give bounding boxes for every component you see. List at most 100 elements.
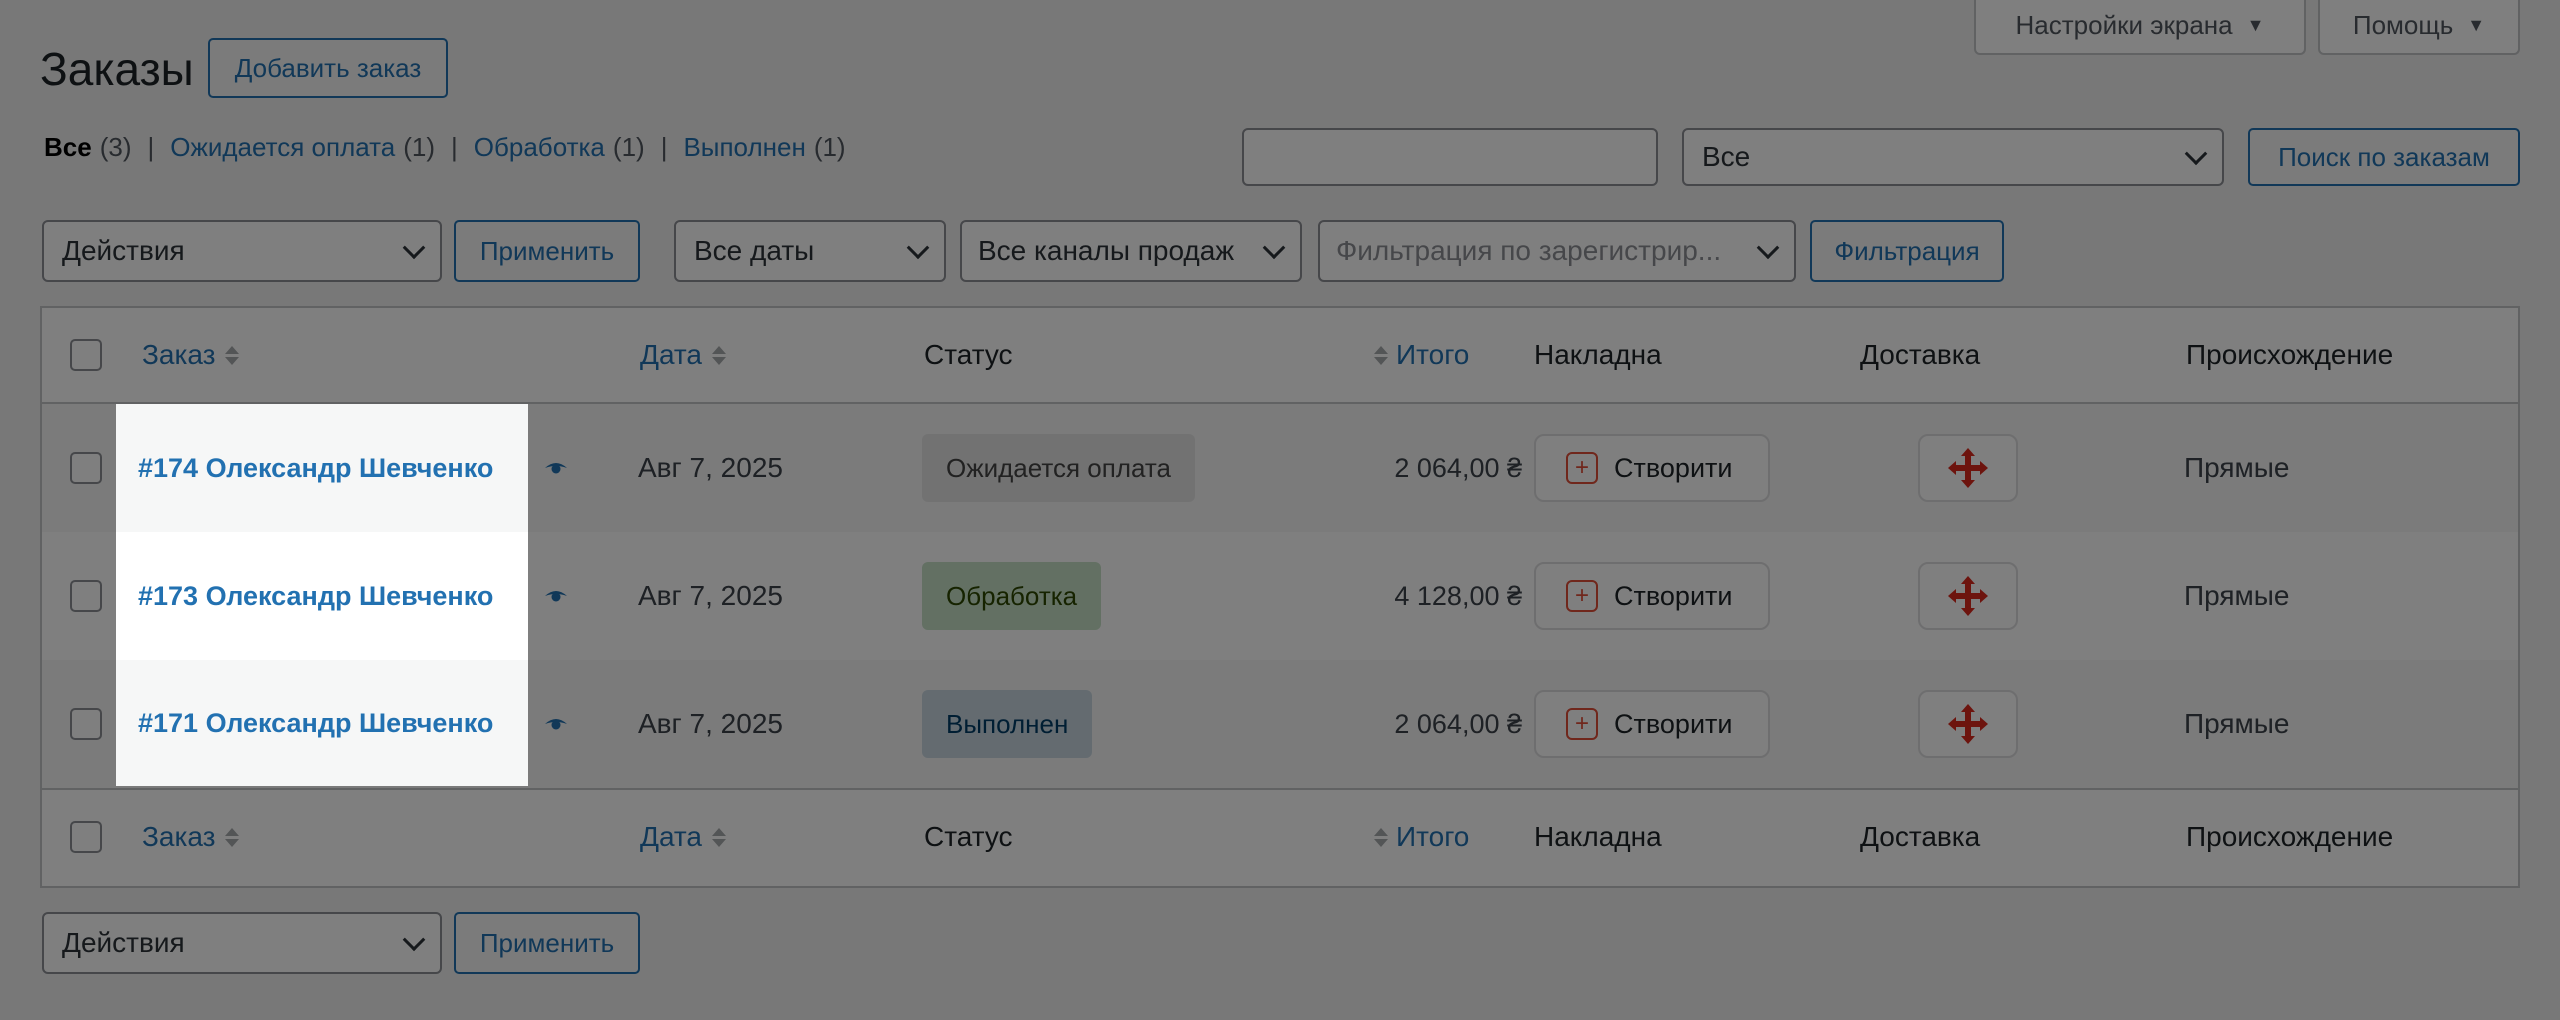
select-all-checkbox[interactable] <box>70 339 102 371</box>
apply-button-bottom[interactable]: Применить <box>454 912 640 974</box>
nova-poshta-button[interactable] <box>1918 690 2018 758</box>
table-header-row: Заказ Дата Статус Итого Накладна Доставк… <box>42 308 2518 404</box>
status-badge: Обработка <box>922 562 1102 630</box>
caret-down-icon: ▼ <box>2467 15 2486 35</box>
search-scope-select[interactable]: Все <box>1682 128 2224 186</box>
column-origin-label: Происхождение <box>2186 339 2394 370</box>
customer-filter-select[interactable]: Фильтрация по зарегистрир... <box>1318 220 1796 282</box>
filter-pending-count: (1) <box>403 132 435 162</box>
date-filter-value: Все даты <box>694 235 815 266</box>
spotlight-row: #171 Олександр Шевченко <box>116 660 528 786</box>
row-checkbox[interactable] <box>70 708 102 740</box>
spotlight-row: #173 Олександр Шевченко <box>116 532 528 660</box>
filter-pending-link[interactable]: Ожидается оплата <box>170 132 395 163</box>
search-input[interactable] <box>1242 128 1658 186</box>
column-date-label: Дата <box>640 339 703 370</box>
order-date: Авг 7, 2025 <box>638 452 783 483</box>
row-checkbox[interactable] <box>70 452 102 484</box>
filter-all-link[interactable]: Все <box>44 132 92 163</box>
nova-poshta-button[interactable] <box>1918 562 2018 630</box>
status-filter-links: Все (3) | Ожидается оплата (1) | Обработ… <box>44 132 846 163</box>
column-order-label: Заказ <box>142 821 216 852</box>
filter-processing-link[interactable]: Обработка <box>474 132 605 163</box>
bulk-actions-select[interactable]: Действия <box>42 220 442 282</box>
sales-channel-select[interactable]: Все каналы продаж <box>960 220 1302 282</box>
column-total-sort[interactable]: Итого <box>1374 308 1469 402</box>
column-date-label: Дата <box>640 821 703 852</box>
plus-icon: + <box>1566 452 1598 484</box>
chevron-down-icon <box>1756 236 1780 260</box>
preview-eye-icon[interactable] <box>544 460 568 476</box>
sort-icon <box>1374 345 1388 365</box>
column-order-sort-bottom[interactable]: Заказ <box>142 790 240 884</box>
sort-icon <box>225 345 240 365</box>
bulk-actions-select-bottom[interactable]: Действия <box>42 912 442 974</box>
filter-completed-count: (1) <box>813 132 846 162</box>
column-origin-label: Происхождение <box>2186 821 2394 852</box>
create-invoice-button[interactable]: + Створити <box>1534 690 1770 758</box>
column-date-sort[interactable]: Дата <box>640 308 727 402</box>
filter-processing-count: (1) <box>612 132 645 162</box>
column-date-sort-bottom[interactable]: Дата <box>640 790 727 884</box>
select-all-checkbox-bottom[interactable] <box>70 821 102 853</box>
column-status-label: Статус <box>924 339 1013 370</box>
preview-eye-icon[interactable] <box>544 588 568 604</box>
order-date: Авг 7, 2025 <box>638 580 783 611</box>
row-checkbox[interactable] <box>70 580 102 612</box>
help-button[interactable]: Помощь ▼ <box>2318 0 2520 55</box>
create-invoice-button[interactable]: + Створити <box>1534 434 1770 502</box>
screen-options-label: Настройки экрана <box>2015 10 2233 40</box>
plus-icon: + <box>1566 708 1598 740</box>
nova-poshta-logo-icon <box>1948 704 1988 744</box>
order-link[interactable]: #173 Олександр Шевченко <box>138 581 493 612</box>
preview-eye-icon[interactable] <box>544 716 568 732</box>
status-badge: Ожидается оплата <box>922 434 1195 502</box>
add-order-button[interactable]: Добавить заказ <box>208 38 448 98</box>
bulk-actions-value: Действия <box>62 927 185 958</box>
chevron-down-icon <box>402 236 426 260</box>
order-total: 4 128,00 ₴ <box>1394 580 1522 611</box>
bulk-actions-value: Действия <box>62 235 185 266</box>
order-origin: Прямые <box>2184 580 2290 611</box>
chevron-down-icon <box>906 236 930 260</box>
apply-button[interactable]: Применить <box>454 220 640 282</box>
column-order-label: Заказ <box>142 339 216 370</box>
sales-channel-value: Все каналы продаж <box>978 235 1235 266</box>
column-shipping-label: Доставка <box>1860 821 1981 852</box>
search-scope-value: Все <box>1702 141 1751 172</box>
order-link[interactable]: #174 Олександр Шевченко <box>138 453 493 484</box>
caret-down-icon: ▼ <box>2246 15 2265 35</box>
create-invoice-label: Створити <box>1614 708 1733 739</box>
order-column-spotlight: #174 Олександр Шевченко #173 Олександр Ш… <box>116 404 528 786</box>
order-date: Авг 7, 2025 <box>638 708 783 739</box>
order-link[interactable]: #171 Олександр Шевченко <box>138 708 493 739</box>
column-order-sort[interactable]: Заказ <box>142 308 240 402</box>
column-total-sort-bottom[interactable]: Итого <box>1374 790 1469 884</box>
column-total-label: Итого <box>1396 339 1470 370</box>
nova-poshta-button[interactable] <box>1918 434 2018 502</box>
plus-icon: + <box>1566 580 1598 612</box>
date-filter-select[interactable]: Все даты <box>674 220 946 282</box>
order-origin: Прямые <box>2184 452 2290 483</box>
column-status-label: Статус <box>924 821 1013 852</box>
sort-icon <box>225 827 240 847</box>
column-total-label: Итого <box>1396 821 1470 852</box>
filter-all-count: (3) <box>99 132 132 162</box>
order-origin: Прямые <box>2184 708 2290 739</box>
help-label: Помощь <box>2352 10 2454 40</box>
screen-options-button[interactable]: Настройки экрана ▼ <box>1974 0 2306 55</box>
chevron-down-icon <box>402 928 426 952</box>
customer-filter-placeholder: Фильтрация по зарегистрир... <box>1336 235 1722 266</box>
column-invoice-label: Накладна <box>1534 339 1662 370</box>
nova-poshta-logo-icon <box>1948 576 1988 616</box>
filter-completed-link[interactable]: Выполнен <box>683 132 805 163</box>
create-invoice-button[interactable]: + Створити <box>1534 562 1770 630</box>
status-badge: Выполнен <box>922 690 1093 758</box>
chevron-down-icon <box>2184 142 2208 166</box>
column-shipping-label: Доставка <box>1860 339 1981 370</box>
column-invoice-label: Накладна <box>1534 821 1662 852</box>
nova-poshta-logo-icon <box>1948 448 1988 488</box>
create-invoice-label: Створити <box>1614 580 1733 611</box>
search-orders-button[interactable]: Поиск по заказам <box>2248 128 2520 186</box>
filter-button[interactable]: Фильтрация <box>1810 220 2004 282</box>
